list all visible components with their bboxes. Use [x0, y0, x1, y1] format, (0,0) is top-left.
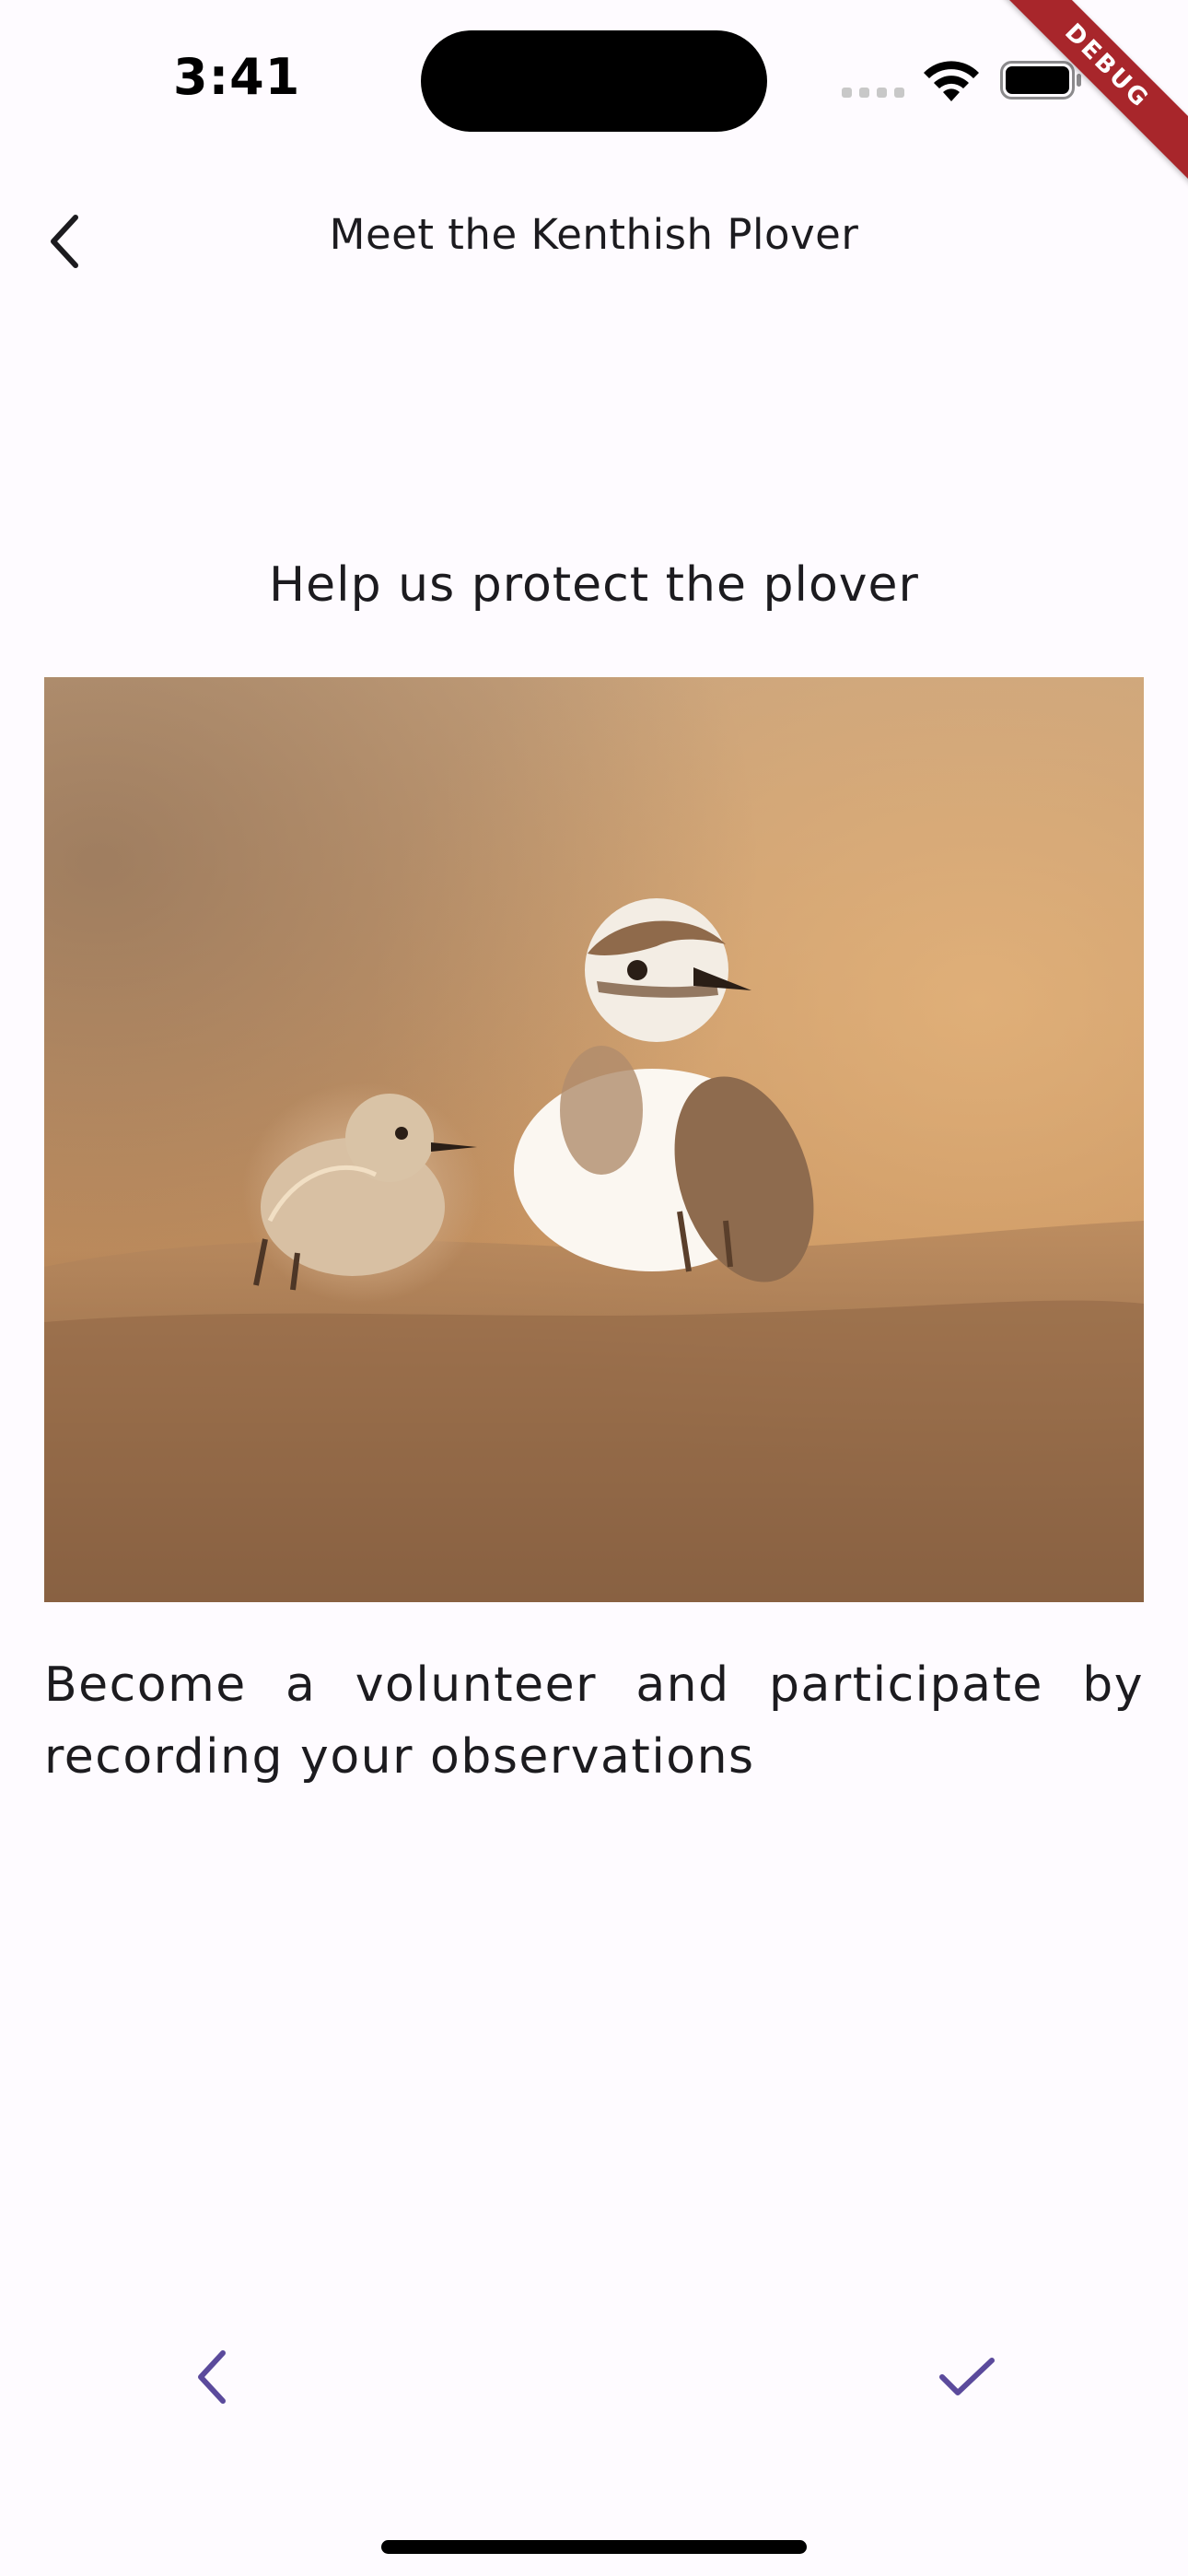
wifi-icon: [924, 61, 979, 101]
page-title: Meet the Kenthish Plover: [329, 210, 859, 259]
battery-icon: [1000, 61, 1081, 100]
status-time: 3:41: [173, 48, 301, 106]
screen: 3:41 DEBUG Meet the Kenthish Plover Help…: [0, 0, 1188, 2576]
home-indicator[interactable]: [381, 2540, 807, 2554]
check-icon: [939, 2358, 995, 2395]
previous-button[interactable]: [166, 2331, 258, 2423]
cellular-signal-icon: [842, 88, 904, 98]
app-bar: Meet the Kenthish Plover: [0, 184, 1188, 299]
done-button[interactable]: [921, 2331, 1013, 2423]
chevron-left-icon: [198, 2350, 226, 2404]
plover-photo: [44, 677, 1144, 1602]
description-text: Become a volunteer and participate by re…: [44, 1657, 1144, 1785]
dynamic-island: [421, 30, 767, 132]
headline: Help us protect the plover: [269, 557, 919, 613]
debug-banner: DEBUG: [973, 0, 1188, 200]
